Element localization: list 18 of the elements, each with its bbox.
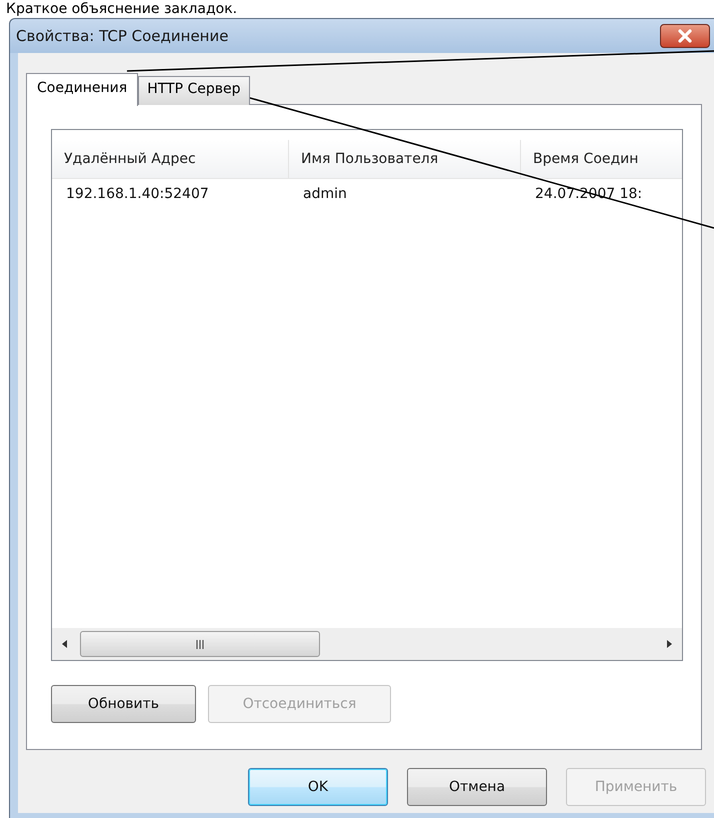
column-header[interactable]: Удалённый Адрес — [52, 140, 289, 178]
scroll-right-icon[interactable] — [664, 638, 674, 650]
scroll-left-icon[interactable] — [60, 638, 70, 650]
tab[interactable]: Соединения — [26, 73, 138, 106]
caption-text: Краткое объяснение закладок. — [5, 0, 238, 18]
column-header[interactable]: Имя Пользователя — [289, 140, 521, 178]
table-cell-text: 192.168.1.40:52407 — [65, 186, 210, 202]
dialog-button[interactable]: Обновить — [51, 685, 196, 723]
horizontal-scrollbar[interactable] — [52, 628, 682, 660]
close-button[interactable] — [660, 24, 710, 48]
grip-icon — [195, 640, 205, 648]
table-cell-text: admin — [302, 186, 348, 202]
tab[interactable]: HTTP Сервер — [138, 76, 250, 105]
window-title: Свойства: TCP Соединение — [16, 27, 228, 45]
dialog-button[interactable]: Отмена — [407, 768, 547, 806]
scroll-thumb[interactable] — [80, 631, 320, 657]
column-header[interactable]: Время Соедин — [521, 140, 682, 178]
dialog-button[interactable]: OK — [248, 768, 388, 806]
